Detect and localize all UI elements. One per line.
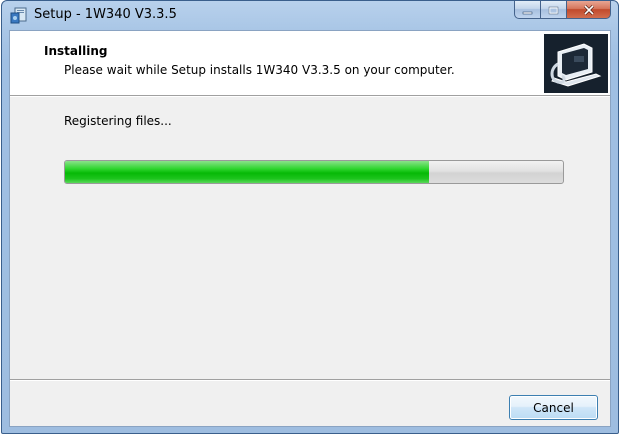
caption-buttons [514,1,611,20]
maximize-icon [548,1,559,19]
dialog-body: Installing Please wait while Setup insta… [9,30,611,427]
header-divider [10,95,610,97]
close-icon [583,1,595,19]
page-subtitle: Please wait while Setup installs 1W340 V… [64,63,455,77]
setup-window: Setup - 1W340 V3.3.5 Installing Please w… [1,0,619,434]
status-text: Registering files... [64,114,172,128]
close-button[interactable] [567,1,611,19]
page-title: Installing [44,44,108,58]
progress-bar-fill [65,161,429,183]
maximize-button[interactable] [541,1,567,19]
wizard-header: Installing Please wait while Setup insta… [10,31,610,95]
footer-divider [10,379,610,381]
computer-install-icon [544,34,608,93]
window-title: Setup - 1W340 V3.3.5 [34,7,177,22]
installer-icon[interactable] [10,7,28,25]
minimize-icon [522,1,533,19]
title-bar[interactable]: Setup - 1W340 V3.3.5 [2,1,618,31]
minimize-button[interactable] [514,1,541,19]
progress-bar [64,160,564,184]
cancel-button[interactable]: Cancel [509,395,598,420]
